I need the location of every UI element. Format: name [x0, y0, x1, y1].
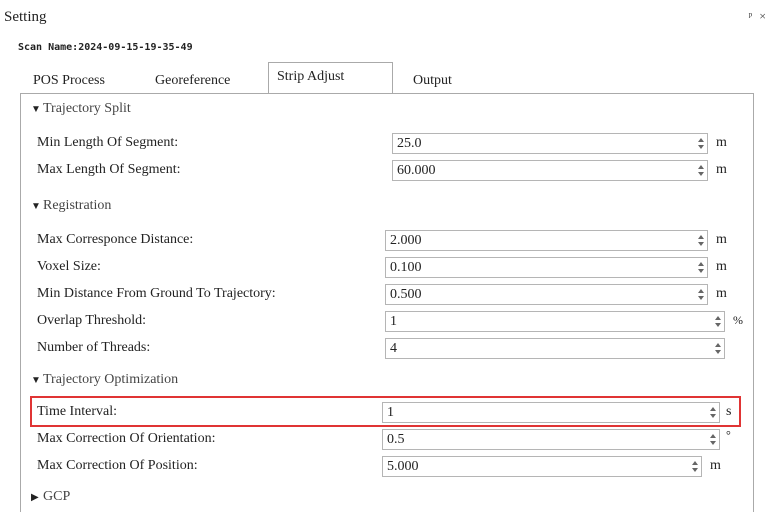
- threads-label: Number of Threads:: [37, 340, 151, 355]
- section-registration[interactable]: ▼ Registration: [31, 198, 111, 214]
- threads-input[interactable]: 4: [385, 338, 725, 359]
- max-corr-pos-label: Max Correction Of Position:: [37, 458, 198, 473]
- expand-down-icon: ▼: [31, 104, 41, 115]
- unit-label: m: [716, 286, 727, 301]
- unit-label: m: [716, 162, 727, 177]
- overlap-input[interactable]: 1: [385, 311, 725, 332]
- spinner-icon[interactable]: [697, 233, 705, 248]
- spinner-icon[interactable]: [697, 136, 705, 151]
- max-corr-dist-label: Max Corresponce Distance:: [37, 232, 194, 247]
- voxel-size-input[interactable]: 0.100: [385, 257, 708, 278]
- unit-label: m: [710, 458, 721, 473]
- min-dist-ground-label: Min Distance From Ground To Trajectory:: [37, 286, 276, 301]
- spinner-icon[interactable]: [697, 287, 705, 302]
- max-corr-orient-label: Max Correction Of Orientation:: [37, 431, 216, 446]
- tab-pos-process[interactable]: POS Process: [33, 70, 105, 92]
- section-label: Registration: [43, 198, 112, 213]
- spinner-icon[interactable]: [714, 314, 722, 329]
- tab-georeference[interactable]: Georeference: [155, 70, 230, 92]
- unit-label: m: [716, 232, 727, 247]
- section-gcp[interactable]: ▶ GCP: [31, 489, 70, 505]
- unit-label: m: [716, 135, 727, 150]
- overlap-label: Overlap Threshold:: [37, 313, 146, 328]
- spinner-icon[interactable]: [697, 163, 705, 178]
- max-length-input[interactable]: 60.000: [392, 160, 708, 181]
- tab-output[interactable]: Output: [413, 70, 452, 92]
- min-length-label: Min Length Of Segment:: [37, 135, 179, 150]
- spinner-icon[interactable]: [709, 405, 717, 420]
- section-label: Trajectory Split: [43, 101, 131, 116]
- spinner-icon[interactable]: [709, 432, 717, 447]
- expand-down-icon: ▼: [31, 375, 41, 386]
- spinner-icon[interactable]: [691, 459, 699, 474]
- min-length-input[interactable]: 25.0: [392, 133, 708, 154]
- section-label: GCP: [43, 489, 71, 504]
- time-interval-input[interactable]: 1: [382, 402, 720, 423]
- pin-close-icon[interactable]: ᵖ ×: [749, 9, 769, 24]
- section-label: Trajectory Optimization: [43, 372, 179, 387]
- unit-label: m: [716, 259, 727, 274]
- scan-name: Scan Name:2024-09-15-19-35-49: [18, 42, 193, 53]
- section-trajectory-optimization[interactable]: ▼ Trajectory Optimization: [31, 372, 178, 388]
- expand-right-icon: ▶: [31, 492, 39, 503]
- section-trajectory-split[interactable]: ▼ Trajectory Split: [31, 101, 131, 117]
- unit-label: %: [733, 313, 743, 327]
- max-corr-pos-input[interactable]: 5.000: [382, 456, 702, 477]
- window-title: Setting: [4, 9, 47, 25]
- tab-strip-adjust[interactable]: Strip Adjust: [268, 62, 393, 94]
- max-corr-orient-input[interactable]: 0.5: [382, 429, 720, 450]
- unit-label: °: [726, 428, 731, 442]
- time-interval-label: Time Interval:: [37, 404, 117, 419]
- unit-label: s: [726, 404, 732, 419]
- spinner-icon[interactable]: [714, 341, 722, 356]
- spinner-icon[interactable]: [697, 260, 705, 275]
- max-length-label: Max Length Of Segment:: [37, 162, 181, 177]
- max-corr-dist-input[interactable]: 2.000: [385, 230, 708, 251]
- voxel-size-label: Voxel Size:: [37, 259, 101, 274]
- min-dist-ground-input[interactable]: 0.500: [385, 284, 708, 305]
- expand-down-icon: ▼: [31, 201, 41, 212]
